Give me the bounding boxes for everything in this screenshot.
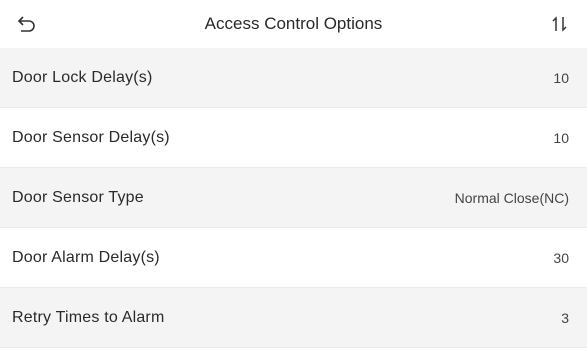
page-title: Access Control Options xyxy=(204,14,383,33)
options-list: Door Lock Delay(s) 10 Door Sensor Delay(… xyxy=(0,48,587,348)
option-value: 30 xyxy=(553,249,569,266)
back-arrow-icon xyxy=(17,16,35,32)
option-label: Door Lock Delay(s) xyxy=(12,68,153,86)
option-label: Door Sensor Type xyxy=(12,188,144,206)
option-label: Door Alarm Delay(s) xyxy=(12,248,160,266)
option-value: 3 xyxy=(561,309,569,326)
sort-button[interactable] xyxy=(545,10,575,38)
header-bar: Access Control Options xyxy=(0,0,587,49)
option-label: Retry Times to Alarm xyxy=(12,308,165,326)
option-row-door-lock-delay[interactable]: Door Lock Delay(s) 10 xyxy=(0,48,587,108)
option-value: 10 xyxy=(553,129,569,146)
access-control-options-screen: Access Control Options Door Lock Delay(s… xyxy=(0,0,587,354)
option-row-door-sensor-type[interactable]: Door Sensor Type Normal Close(NC) xyxy=(0,168,587,228)
option-row-door-alarm-delay[interactable]: Door Alarm Delay(s) 30 xyxy=(0,228,587,288)
option-row-retry-times-to-alarm[interactable]: Retry Times to Alarm 3 xyxy=(0,288,587,348)
option-value: Normal Close(NC) xyxy=(454,189,569,206)
back-button[interactable] xyxy=(12,10,40,38)
option-row-door-sensor-delay[interactable]: Door Sensor Delay(s) 10 xyxy=(0,108,587,168)
option-value: 10 xyxy=(553,69,569,86)
option-label: Door Sensor Delay(s) xyxy=(12,128,170,146)
sort-icon xyxy=(552,16,567,32)
